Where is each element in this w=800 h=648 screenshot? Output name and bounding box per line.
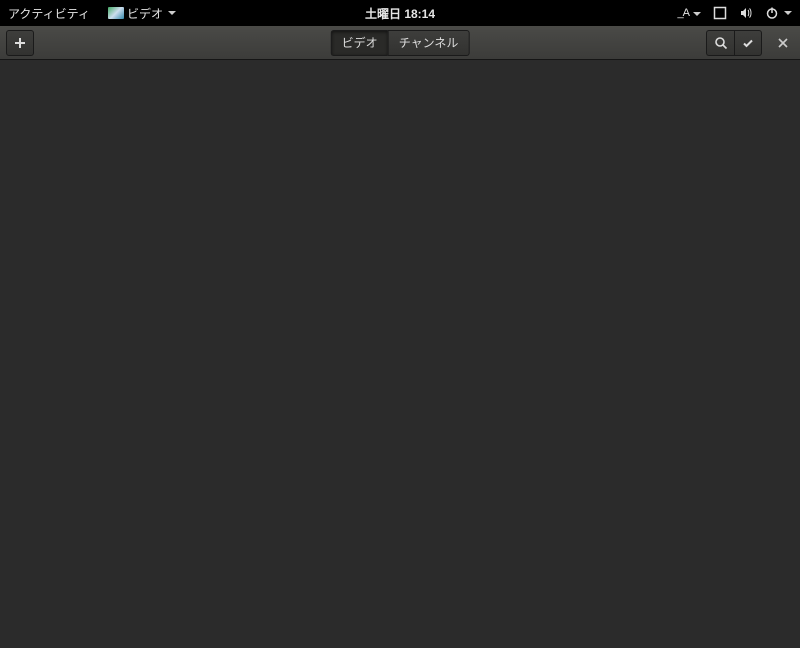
select-button[interactable] [734,30,762,56]
view-switcher: ビデオ チャンネル [331,30,470,56]
clock[interactable]: 土曜日 18:14 [365,5,435,22]
volume-icon[interactable] [739,6,753,20]
gnome-top-bar: アクティビティ ビデオ 土曜日 18:14 _A [0,0,800,26]
chevron-down-icon [168,11,176,15]
chevron-down-icon [693,12,701,16]
chevron-down-icon [784,11,792,15]
plus-icon [13,36,27,50]
tab-video[interactable]: ビデオ [331,30,388,56]
search-button[interactable] [706,30,734,56]
search-icon [714,36,728,50]
close-button[interactable] [772,32,794,54]
add-button[interactable] [6,30,34,56]
power-menu[interactable] [765,6,792,20]
input-method-indicator[interactable]: _A [678,7,701,19]
accessibility-icon[interactable] [713,6,727,20]
video-app-icon [108,7,124,19]
app-menu-label: ビデオ [127,5,163,22]
app-header-bar: ビデオ チャンネル [0,26,800,60]
close-icon [777,37,789,49]
content-area [0,60,800,648]
check-icon [741,36,755,50]
activities-button[interactable]: アクティビティ [8,5,90,22]
tab-channel[interactable]: チャンネル [388,30,470,56]
app-menu[interactable]: ビデオ [108,5,176,22]
power-icon [765,6,779,20]
